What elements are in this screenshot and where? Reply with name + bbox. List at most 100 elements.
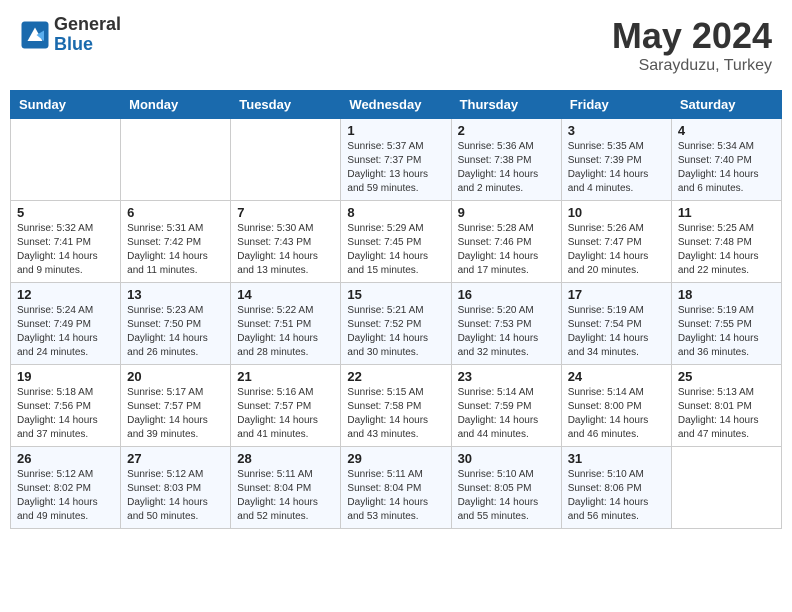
day-info: Sunrise: 5:11 AM Sunset: 8:04 PM Dayligh…	[237, 468, 334, 524]
calendar-cell	[121, 119, 231, 201]
day-info: Sunrise: 5:16 AM Sunset: 7:57 PM Dayligh…	[237, 386, 334, 442]
day-info: Sunrise: 5:36 AM Sunset: 7:38 PM Dayligh…	[458, 140, 555, 196]
day-info: Sunrise: 5:14 AM Sunset: 7:59 PM Dayligh…	[458, 386, 555, 442]
calendar-week-1: 1 Sunrise: 5:37 AM Sunset: 7:37 PM Daylig…	[11, 119, 782, 201]
day-header-thursday: Thursday	[451, 91, 561, 119]
calendar-week-3: 12Sunrise: 5:24 AM Sunset: 7:49 PM Dayli…	[11, 283, 782, 365]
calendar-week-4: 19Sunrise: 5:18 AM Sunset: 7:56 PM Dayli…	[11, 365, 782, 447]
day-info: Sunrise: 5:10 AM Sunset: 8:06 PM Dayligh…	[568, 468, 665, 524]
calendar-cell	[11, 119, 121, 201]
day-number: 14	[237, 287, 334, 302]
day-number: 21	[237, 369, 334, 384]
calendar-cell: 15 Sunrise: 5:21 AM Sunset: 7:52 PM Dayli…	[341, 283, 451, 365]
day-header-friday: Friday	[561, 91, 671, 119]
calendar-week-5: 26 Sunrise: 5:12 AM Sunset: 8:02 PM Dayli…	[11, 447, 782, 529]
calendar-cell: 27 Sunrise: 5:12 AM Sunset: 8:03 PM Dayli…	[121, 447, 231, 529]
day-header-sunday: Sunday	[11, 91, 121, 119]
logo-general-text: General	[54, 15, 121, 35]
day-info: Sunrise: 5:26 AM Sunset: 7:47 PM Dayligh…	[568, 222, 665, 278]
calendar-week-2: 5Sunrise: 5:32 AM Sunset: 7:41 PM Daylig…	[11, 201, 782, 283]
day-info: Sunrise: 5:32 AM Sunset: 7:41 PM Dayligh…	[17, 222, 114, 278]
day-number: 29	[347, 451, 444, 466]
day-info: Sunrise: 5:23 AM Sunset: 7:50 PM Dayligh…	[127, 304, 224, 360]
day-header-tuesday: Tuesday	[231, 91, 341, 119]
day-info: Sunrise: 5:12 AM Sunset: 8:03 PM Dayligh…	[127, 468, 224, 524]
calendar-cell: 30 Sunrise: 5:10 AM Sunset: 8:05 PM Dayli…	[451, 447, 561, 529]
calendar-cell: 10 Sunrise: 5:26 AM Sunset: 7:47 PM Dayli…	[561, 201, 671, 283]
day-number: 15	[347, 287, 444, 302]
day-number: 6	[127, 205, 224, 220]
month-year: May 2024	[612, 15, 772, 57]
day-info: Sunrise: 5:19 AM Sunset: 7:54 PM Dayligh…	[568, 304, 665, 360]
day-info: Sunrise: 5:11 AM Sunset: 8:04 PM Dayligh…	[347, 468, 444, 524]
calendar-cell: 12Sunrise: 5:24 AM Sunset: 7:49 PM Dayli…	[11, 283, 121, 365]
calendar-cell	[231, 119, 341, 201]
day-number: 13	[127, 287, 224, 302]
logo: General Blue	[20, 15, 121, 55]
day-number: 30	[458, 451, 555, 466]
calendar-cell: 9 Sunrise: 5:28 AM Sunset: 7:46 PM Daylig…	[451, 201, 561, 283]
calendar-cell: 31 Sunrise: 5:10 AM Sunset: 8:06 PM Dayli…	[561, 447, 671, 529]
calendar-cell: 20 Sunrise: 5:17 AM Sunset: 7:57 PM Dayli…	[121, 365, 231, 447]
calendar-cell	[671, 447, 781, 529]
calendar-cell: 2 Sunrise: 5:36 AM Sunset: 7:38 PM Daylig…	[451, 119, 561, 201]
calendar-cell: 29 Sunrise: 5:11 AM Sunset: 8:04 PM Dayli…	[341, 447, 451, 529]
calendar-cell: 11Sunrise: 5:25 AM Sunset: 7:48 PM Dayli…	[671, 201, 781, 283]
calendar-cell: 24Sunrise: 5:14 AM Sunset: 8:00 PM Dayli…	[561, 365, 671, 447]
calendar-cell: 21 Sunrise: 5:16 AM Sunset: 7:57 PM Dayli…	[231, 365, 341, 447]
day-number: 16	[458, 287, 555, 302]
logo-icon	[20, 20, 50, 50]
day-info: Sunrise: 5:24 AM Sunset: 7:49 PM Dayligh…	[17, 304, 114, 360]
calendar-cell: 6 Sunrise: 5:31 AM Sunset: 7:42 PM Daylig…	[121, 201, 231, 283]
day-info: Sunrise: 5:13 AM Sunset: 8:01 PM Dayligh…	[678, 386, 775, 442]
day-number: 28	[237, 451, 334, 466]
day-info: Sunrise: 5:30 AM Sunset: 7:43 PM Dayligh…	[237, 222, 334, 278]
day-number: 8	[347, 205, 444, 220]
day-header-wednesday: Wednesday	[341, 91, 451, 119]
day-info: Sunrise: 5:22 AM Sunset: 7:51 PM Dayligh…	[237, 304, 334, 360]
day-info: Sunrise: 5:28 AM Sunset: 7:46 PM Dayligh…	[458, 222, 555, 278]
day-info: Sunrise: 5:12 AM Sunset: 8:02 PM Dayligh…	[17, 468, 114, 524]
day-number: 20	[127, 369, 224, 384]
calendar-cell: 26 Sunrise: 5:12 AM Sunset: 8:02 PM Dayli…	[11, 447, 121, 529]
day-number: 25	[678, 369, 775, 384]
calendar-cell: 1 Sunrise: 5:37 AM Sunset: 7:37 PM Daylig…	[341, 119, 451, 201]
day-number: 10	[568, 205, 665, 220]
calendar-cell: 16Sunrise: 5:20 AM Sunset: 7:53 PM Dayli…	[451, 283, 561, 365]
calendar-table: SundayMondayTuesdayWednesdayThursdayFrid…	[10, 90, 782, 529]
day-number: 2	[458, 123, 555, 138]
day-number: 26	[17, 451, 114, 466]
day-info: Sunrise: 5:19 AM Sunset: 7:55 PM Dayligh…	[678, 304, 775, 360]
title-block: May 2024 Sarayduzu, Turkey	[612, 15, 772, 75]
day-info: Sunrise: 5:21 AM Sunset: 7:52 PM Dayligh…	[347, 304, 444, 360]
day-info: Sunrise: 5:15 AM Sunset: 7:58 PM Dayligh…	[347, 386, 444, 442]
day-info: Sunrise: 5:34 AM Sunset: 7:40 PM Dayligh…	[678, 140, 775, 196]
day-info: Sunrise: 5:29 AM Sunset: 7:45 PM Dayligh…	[347, 222, 444, 278]
calendar-cell: 17 Sunrise: 5:19 AM Sunset: 7:54 PM Dayli…	[561, 283, 671, 365]
day-number: 3	[568, 123, 665, 138]
day-number: 23	[458, 369, 555, 384]
calendar-header-row: SundayMondayTuesdayWednesdayThursdayFrid…	[11, 91, 782, 119]
calendar-cell: 4 Sunrise: 5:34 AM Sunset: 7:40 PM Daylig…	[671, 119, 781, 201]
day-number: 19	[17, 369, 114, 384]
day-info: Sunrise: 5:31 AM Sunset: 7:42 PM Dayligh…	[127, 222, 224, 278]
day-number: 9	[458, 205, 555, 220]
day-number: 22	[347, 369, 444, 384]
day-info: Sunrise: 5:17 AM Sunset: 7:57 PM Dayligh…	[127, 386, 224, 442]
calendar-cell: 28 Sunrise: 5:11 AM Sunset: 8:04 PM Dayli…	[231, 447, 341, 529]
calendar-cell: 19Sunrise: 5:18 AM Sunset: 7:56 PM Dayli…	[11, 365, 121, 447]
calendar-cell: 5Sunrise: 5:32 AM Sunset: 7:41 PM Daylig…	[11, 201, 121, 283]
day-info: Sunrise: 5:10 AM Sunset: 8:05 PM Dayligh…	[458, 468, 555, 524]
day-number: 4	[678, 123, 775, 138]
day-header-saturday: Saturday	[671, 91, 781, 119]
day-number: 27	[127, 451, 224, 466]
calendar-cell: 22 Sunrise: 5:15 AM Sunset: 7:58 PM Dayli…	[341, 365, 451, 447]
calendar-cell: 23 Sunrise: 5:14 AM Sunset: 7:59 PM Dayli…	[451, 365, 561, 447]
day-number: 1	[347, 123, 444, 138]
logo-blue-text: Blue	[54, 35, 121, 55]
page-header: General Blue May 2024 Sarayduzu, Turkey	[10, 10, 782, 80]
day-info: Sunrise: 5:37 AM Sunset: 7:37 PM Dayligh…	[347, 140, 444, 196]
day-number: 31	[568, 451, 665, 466]
day-number: 17	[568, 287, 665, 302]
day-info: Sunrise: 5:35 AM Sunset: 7:39 PM Dayligh…	[568, 140, 665, 196]
